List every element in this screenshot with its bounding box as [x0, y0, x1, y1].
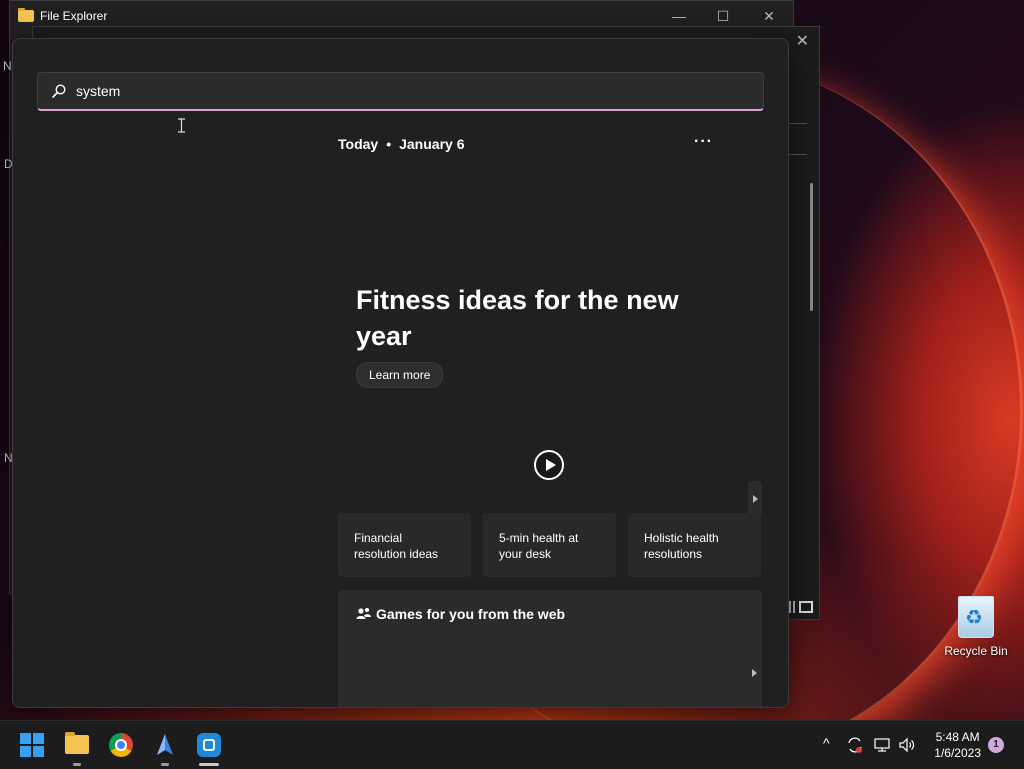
next-arrow-icon[interactable] — [748, 481, 762, 517]
app-square-icon[interactable] — [197, 733, 221, 757]
recycle-bin-label: Recycle Bin — [944, 644, 1008, 658]
games-title-text: Games for you from the web — [376, 606, 566, 622]
clock-time: 5:48 AM — [935, 730, 980, 744]
text-cursor-icon — [178, 118, 185, 133]
running-indicator — [161, 763, 169, 766]
maximize-button[interactable]: ☐ — [700, 5, 746, 27]
people-icon — [356, 608, 371, 619]
search-input[interactable] — [76, 83, 676, 99]
folder-icon — [18, 8, 34, 22]
hero-title[interactable]: Fitness ideas for the new year — [356, 282, 696, 354]
tile-financial[interactable]: Financial resolution ideas — [338, 513, 471, 577]
tile-health-desk[interactable]: 5-min health at your desk — [483, 513, 616, 577]
close-button[interactable]: ✕ — [796, 31, 809, 51]
search-box[interactable] — [37, 72, 764, 111]
chevron-up-icon[interactable]: ^ — [823, 735, 830, 751]
recycle-bin[interactable]: Recycle Bin — [944, 596, 1008, 658]
play-icon[interactable] — [534, 450, 564, 480]
clock[interactable]: 5:48 AM 1/6/2023 — [934, 729, 981, 761]
date-separator: • — [386, 136, 392, 152]
chrome-icon[interactable] — [109, 733, 133, 757]
scrollbar-thumb[interactable] — [810, 183, 813, 311]
minimize-button[interactable]: — — [656, 5, 702, 27]
taskbar: ^ 5:48 AM 1/6/2023 1 — [0, 720, 1024, 769]
file-explorer-icon[interactable] — [65, 732, 89, 754]
more-options-button[interactable]: ··· — [694, 133, 713, 151]
file-explorer-title: File Explorer — [40, 9, 108, 23]
start-icon[interactable] — [20, 733, 44, 757]
next-arrow-icon[interactable] — [747, 655, 761, 691]
notification-badge[interactable]: 1 — [988, 737, 1004, 753]
search-icon — [52, 84, 66, 98]
today-label: Today — [338, 136, 379, 152]
learn-more-button[interactable]: Learn more — [356, 362, 444, 388]
clock-date: 1/6/2023 — [934, 746, 981, 760]
app-icon[interactable] — [153, 733, 177, 757]
running-indicator — [73, 763, 81, 766]
games-title: Games for you from the web — [356, 606, 565, 622]
network-icon[interactable] — [873, 736, 891, 754]
details-view-icon[interactable] — [789, 601, 795, 613]
sync-icon[interactable] — [846, 736, 864, 754]
volume-icon[interactable] — [898, 736, 916, 754]
search-panel: Today • January 6 ··· Fitness ideas for th… — [12, 38, 789, 708]
close-button[interactable]: ✕ — [746, 5, 792, 27]
games-card[interactable]: Games for you from the web — [338, 590, 762, 707]
recycle-bin-icon — [958, 596, 994, 638]
feed-date-line: Today • January 6 — [338, 136, 464, 152]
large-icons-view-icon[interactable] — [799, 601, 813, 613]
edge-letter: N — [3, 59, 12, 73]
tile-holistic[interactable]: Holistic health resolutions — [628, 513, 761, 577]
active-indicator — [199, 763, 219, 766]
date-label: January 6 — [399, 136, 465, 152]
